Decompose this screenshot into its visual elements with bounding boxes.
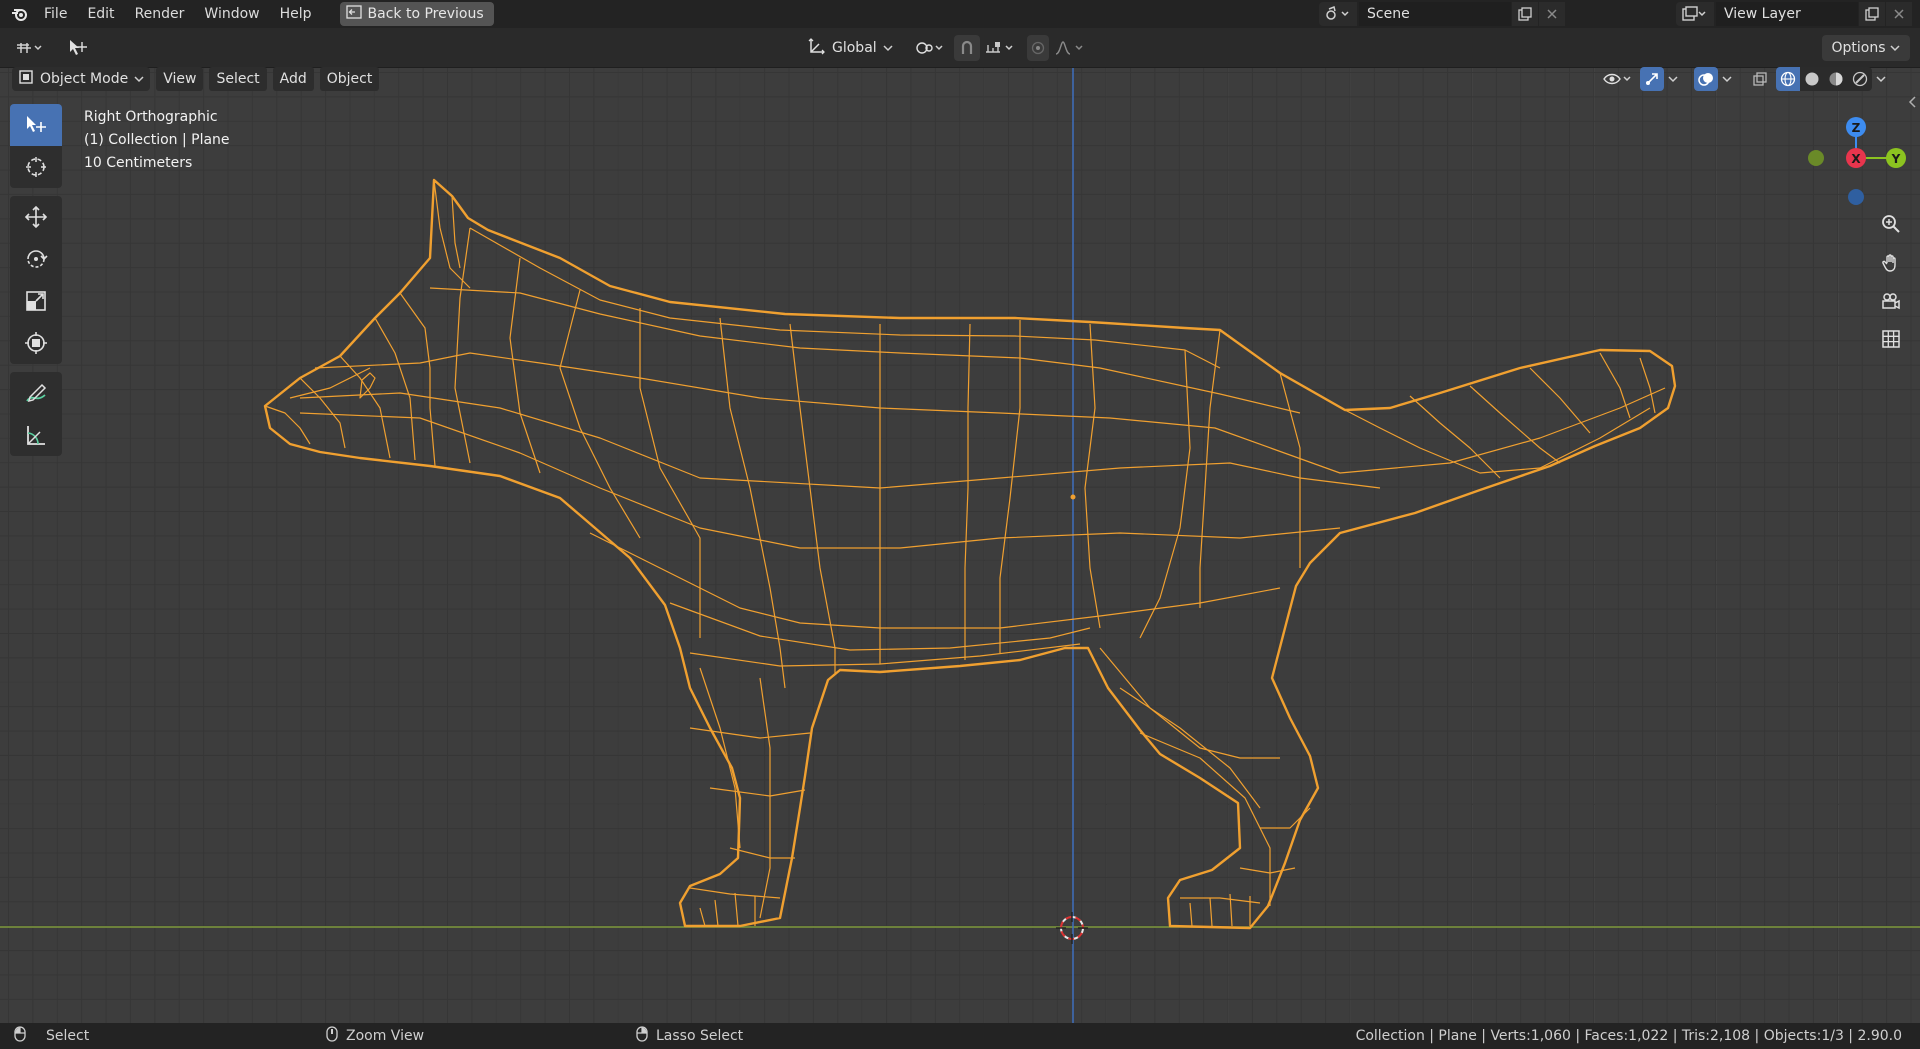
overlays-toggle-icon[interactable]	[1694, 67, 1718, 91]
3d-cursor-icon	[1056, 912, 1088, 944]
falloff-curve-icon[interactable]	[1052, 35, 1088, 61]
select-box-tool-icon[interactable]	[10, 104, 62, 146]
view-layer-name-field[interactable]: View Layer	[1716, 2, 1858, 26]
mouse-right-icon	[636, 1026, 648, 1046]
options-button[interactable]: Options	[1821, 35, 1910, 61]
sidebar-toggle-icon[interactable]	[1908, 96, 1918, 112]
viewport-shading-controls	[1600, 66, 1890, 92]
move-tool-icon[interactable]	[10, 196, 62, 238]
scene-browse-icon[interactable]	[1319, 2, 1357, 26]
viewport-menu-add[interactable]: Add	[272, 67, 314, 91]
editor-type-icon[interactable]	[10, 35, 50, 61]
overlays-dropdown-chevron-icon[interactable]	[1722, 71, 1736, 87]
scale-tool-icon[interactable]	[10, 280, 62, 322]
scene-selector: Scene	[1319, 2, 1565, 26]
snap-target-icon[interactable]	[982, 35, 1018, 61]
status-zoom-label: Zoom View	[346, 1028, 425, 1044]
viewport-menu-select[interactable]: Select	[209, 67, 267, 91]
menu-render[interactable]: Render	[125, 3, 195, 25]
mouse-left-icon	[14, 1026, 26, 1046]
options-label: Options	[1831, 40, 1886, 56]
3d-viewport[interactable]: Z Y X Right Orthographic (1) Collection …	[0, 68, 1920, 1023]
transform-cursor-icon[interactable]	[64, 35, 92, 61]
viewport-info-overlay: Right Orthographic (1) Collection | Plan…	[84, 106, 230, 175]
rotate-tool-icon[interactable]	[10, 238, 62, 280]
back-to-previous-button[interactable]: Back to Previous	[339, 2, 494, 26]
new-view-layer-icon[interactable]	[1859, 2, 1885, 26]
status-left-click: Select	[14, 1026, 89, 1046]
gizmo-dropdown-chevron-icon[interactable]	[1668, 71, 1682, 87]
grid-scale-text: 10 Centimeters	[84, 155, 193, 171]
fox-wireframe-mesh	[263, 178, 1677, 930]
top-menu-bar: File Edit Render Window Help Back to Pre…	[0, 0, 1920, 28]
scene-statistics: Collection | Plane | Verts:1,060 | Faces…	[1355, 1028, 1902, 1044]
back-to-previous-label: Back to Previous	[367, 6, 484, 22]
menu-help[interactable]: Help	[270, 3, 322, 25]
new-scene-icon[interactable]	[1512, 2, 1538, 26]
wireframe-shading-icon[interactable]	[1776, 67, 1800, 91]
view-name-text: Right Orthographic	[84, 109, 218, 125]
view-layer-browse-icon[interactable]	[1676, 2, 1714, 26]
gizmo-x-label: X	[1851, 152, 1861, 166]
material-preview-icon[interactable]	[1824, 67, 1848, 91]
xray-toggle-icon[interactable]	[1748, 67, 1772, 91]
mouse-middle-icon	[326, 1026, 338, 1046]
chevron-down-icon	[883, 40, 893, 56]
shading-mode-group	[1776, 67, 1872, 91]
gizmo-toggle-icon[interactable]	[1640, 67, 1664, 91]
status-middle-click: Zoom View	[326, 1026, 424, 1046]
annotate-tool-icon[interactable]	[10, 372, 62, 414]
options-chevron-icon	[1890, 40, 1900, 56]
shading-dropdown-chevron-icon[interactable]	[1876, 71, 1890, 87]
view-layer-selector: View Layer	[1676, 2, 1912, 26]
zoom-icon[interactable]	[1876, 209, 1906, 239]
pivot-point-icon[interactable]	[912, 35, 948, 61]
delete-view-layer-icon[interactable]	[1886, 2, 1912, 26]
orientation-label: Global	[832, 40, 877, 56]
tool-shelf	[10, 104, 62, 456]
camera-view-icon[interactable]	[1876, 286, 1906, 316]
solid-shading-icon[interactable]	[1800, 67, 1824, 91]
orthographic-grid-icon[interactable]	[1876, 324, 1906, 354]
snap-toggle-icon[interactable]	[954, 35, 980, 61]
rendered-shading-icon[interactable]	[1848, 67, 1872, 91]
status-lasso-label: Lasso Select	[656, 1028, 744, 1044]
orientation-icon	[808, 37, 826, 59]
gizmo-y-label: Y	[1891, 152, 1901, 166]
viewport-menu-object[interactable]: Object	[319, 67, 380, 91]
menu-file[interactable]: File	[34, 3, 77, 25]
status-right-click: Lasso Select	[636, 1026, 743, 1046]
blender-logo-icon[interactable]	[6, 0, 34, 28]
navigation-gizmo: Z Y X	[1808, 117, 1906, 205]
object-mode-icon	[18, 69, 34, 89]
measure-tool-icon[interactable]	[10, 414, 62, 456]
scene-name-field[interactable]: Scene	[1359, 2, 1511, 26]
viewport-canvas: Z Y X	[0, 68, 1920, 1023]
object-origin-dot	[1070, 494, 1076, 500]
visibility-eye-icon[interactable]	[1600, 67, 1636, 91]
menu-window[interactable]: Window	[194, 3, 269, 25]
cursor-tool-icon[interactable]	[10, 146, 62, 188]
collection-info-text: (1) Collection | Plane	[84, 132, 230, 148]
viewport-toolbar: Global Options	[0, 28, 1920, 68]
chevron-down-icon	[134, 71, 144, 87]
transform-orientation-dropdown[interactable]: Global	[803, 35, 903, 61]
viewport-menu-view[interactable]: View	[156, 67, 204, 91]
delete-scene-icon[interactable]	[1539, 2, 1565, 26]
menu-edit[interactable]: Edit	[77, 3, 124, 25]
transform-tool-icon[interactable]	[10, 322, 62, 364]
status-select-label: Select	[46, 1028, 90, 1044]
object-mode-dropdown[interactable]: Object Mode	[12, 67, 151, 91]
viewport-header: Object Mode View Select Add Object	[12, 66, 380, 92]
pan-hand-icon[interactable]	[1876, 248, 1906, 278]
status-bar: Select Zoom View Lasso Select Collection…	[0, 1023, 1920, 1049]
gizmo-z-label: Z	[1852, 121, 1861, 135]
object-mode-label: Object Mode	[40, 71, 129, 87]
proportional-editing-icon[interactable]	[1027, 35, 1049, 61]
back-screen-icon	[345, 5, 362, 23]
